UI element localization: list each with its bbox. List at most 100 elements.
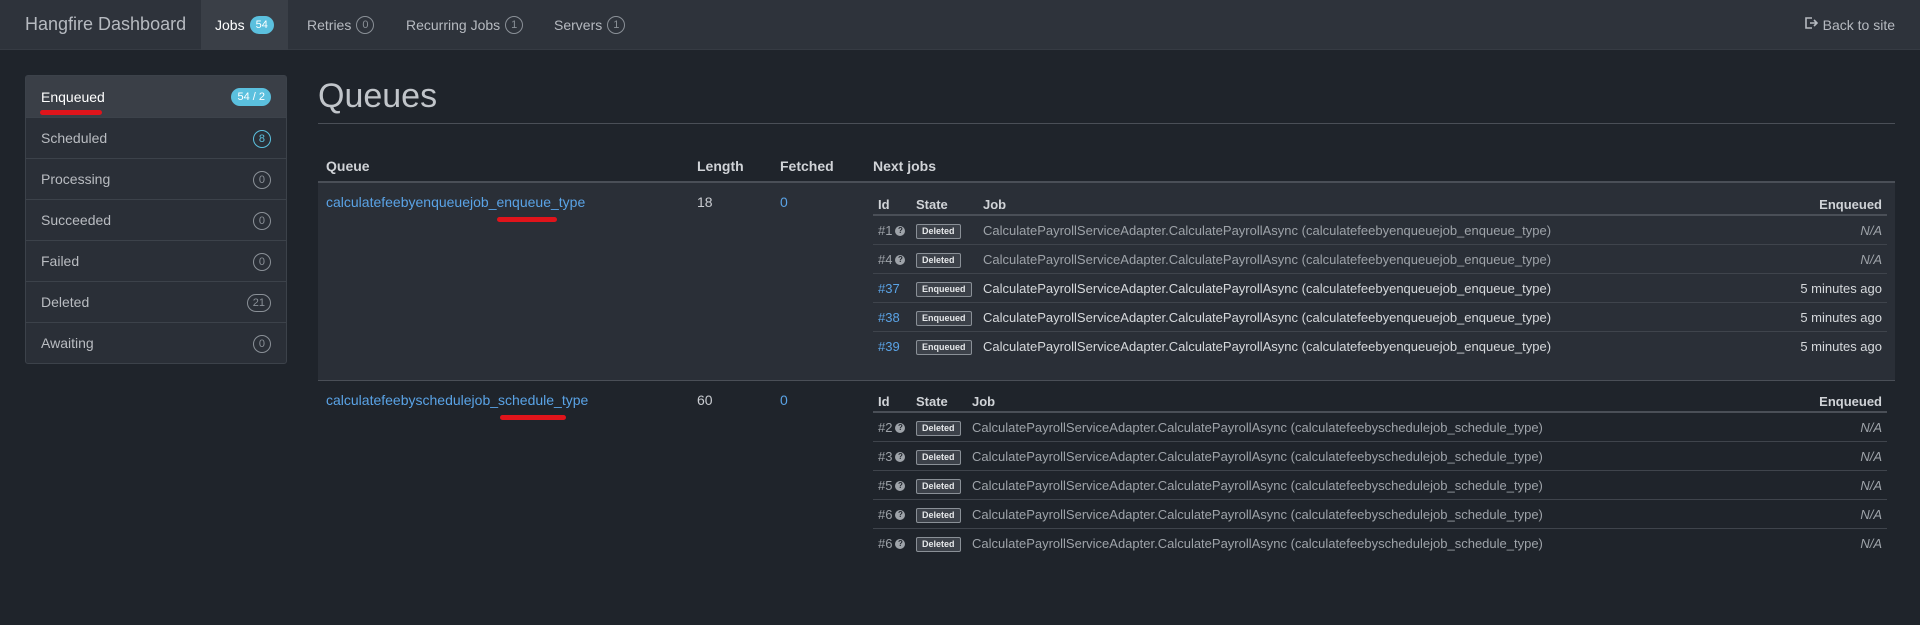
sidebar-item-label: Deleted — [41, 294, 90, 310]
job-name: CalculatePayrollServiceAdapter.Calculate… — [983, 310, 1552, 325]
sidebar-item-label: Succeeded — [41, 212, 112, 228]
job-enqueued: N/A — [1860, 507, 1882, 522]
nav-jobs-count: 54 — [249, 16, 274, 34]
question-circle-icon: ? — [895, 480, 906, 491]
sidebar-item-count: 0 — [252, 253, 271, 271]
job-enqueued: N/A — [1860, 478, 1882, 493]
job-name: CalculatePayrollServiceAdapter.Calculate… — [983, 281, 1552, 296]
annotation-underline — [497, 217, 557, 222]
jobs-col-job: Job — [972, 394, 996, 409]
queue-fetched-link[interactable]: 0 — [780, 392, 788, 408]
table-row[interactable]: #5? Deleted CalculatePayrollServiceAdapt… — [873, 471, 1887, 500]
sidebar-item-scheduled[interactable]: Scheduled 8 — [26, 117, 286, 158]
table-row[interactable]: #3? Deleted CalculatePayrollServiceAdapt… — [873, 442, 1887, 471]
sidebar-item-processing[interactable]: Processing 0 — [26, 158, 286, 199]
column-header-fetched: Fetched — [780, 158, 834, 174]
job-enqueued: N/A — [1860, 449, 1882, 464]
nav-jobs-label: Jobs — [215, 17, 245, 33]
state-badge: Deleted — [916, 253, 961, 268]
sidebar-item-count: 0 — [252, 212, 271, 230]
sidebar-item-count: 54 / 2 — [231, 88, 271, 106]
page-title: Queues — [318, 77, 438, 115]
question-circle-icon: ? — [895, 225, 906, 236]
jobs-col-job: Job — [983, 197, 1007, 212]
nav-recurring-jobs-label: Recurring Jobs — [406, 17, 501, 33]
table-row[interactable]: #39 Enqueued CalculatePayrollServiceAdap… — [873, 332, 1887, 361]
job-enqueued: N/A — [1860, 223, 1882, 238]
nav-servers[interactable]: Servers 1 — [540, 0, 639, 50]
nav-servers-label: Servers — [554, 17, 603, 33]
state-badge: Deleted — [916, 479, 961, 494]
sidebar-item-count: 21 — [246, 294, 271, 312]
sidebar-item-enqueued[interactable]: Enqueued 54 / 2 — [26, 76, 286, 117]
next-jobs-table: Id State Job Enqueued #2? Deleted Calcul… — [873, 386, 1887, 558]
question-circle-icon: ? — [895, 509, 906, 520]
jobs-col-state: State — [916, 197, 948, 212]
brand-link[interactable]: Hangfire Dashboard — [25, 14, 186, 35]
question-circle-icon: ? — [895, 254, 906, 265]
job-id: #3? — [878, 449, 906, 464]
job-id: #6? — [878, 507, 906, 522]
state-badge: Deleted — [916, 224, 961, 239]
jobs-col-id: Id — [878, 197, 890, 212]
job-enqueued: N/A — [1860, 420, 1882, 435]
nav-retries[interactable]: Retries 0 — [293, 0, 388, 50]
next-jobs-table: Id State Job Enqueued #1? Deleted Calcul… — [873, 189, 1887, 361]
queue-length: 60 — [697, 392, 713, 408]
table-row[interactable]: #1? Deleted CalculatePayrollServiceAdapt… — [873, 216, 1887, 245]
back-to-site-label: Back to site — [1822, 16, 1895, 33]
question-circle-icon: ? — [895, 422, 906, 433]
jobs-col-id: Id — [878, 394, 890, 409]
table-row[interactable]: #37 Enqueued CalculatePayrollServiceAdap… — [873, 274, 1887, 303]
question-circle-icon: ? — [895, 451, 906, 462]
queue-row: calculatefeebyschedulejob_schedule_type … — [318, 381, 1895, 611]
nav-retries-label: Retries — [307, 17, 352, 33]
job-id-link[interactable]: #38 — [878, 310, 900, 325]
table-row[interactable]: #4? Deleted CalculatePayrollServiceAdapt… — [873, 245, 1887, 274]
job-id: #2? — [878, 420, 906, 435]
job-name: CalculatePayrollServiceAdapter.Calculate… — [972, 536, 1543, 551]
table-row[interactable]: #2? Deleted CalculatePayrollServiceAdapt… — [873, 413, 1887, 442]
sidebar-item-deleted[interactable]: Deleted 21 — [26, 281, 286, 322]
back-to-site-link[interactable]: Back to site — [1804, 16, 1895, 33]
job-id-link[interactable]: #39 — [878, 339, 900, 354]
state-badge: Deleted — [916, 508, 961, 523]
sidebar-item-label: Processing — [41, 171, 111, 187]
job-enqueued: N/A — [1860, 536, 1882, 551]
column-header-length: Length — [697, 158, 744, 174]
table-row[interactable]: #6? Deleted CalculatePayrollServiceAdapt… — [873, 500, 1887, 529]
job-name: CalculatePayrollServiceAdapter.Calculate… — [983, 223, 1552, 238]
sidebar-item-count: 8 — [252, 130, 271, 148]
nav-recurring-jobs-count: 1 — [505, 16, 524, 34]
job-enqueued: 5 minutes ago — [1800, 339, 1882, 354]
state-badge: Deleted — [916, 537, 961, 552]
annotation-underline — [500, 415, 566, 420]
queue-name-link[interactable]: calculatefeebyschedulejob_schedule_type — [326, 392, 588, 408]
job-id: #5? — [878, 478, 906, 493]
sign-out-icon — [1804, 16, 1823, 33]
table-row[interactable]: #38 Enqueued CalculatePayrollServiceAdap… — [873, 303, 1887, 332]
sidebar-item-label: Enqueued — [41, 88, 105, 105]
question-circle-icon: ? — [895, 538, 906, 549]
queue-name-link[interactable]: calculatefeebyenqueuejob_enqueue_type — [326, 194, 585, 210]
title-divider — [318, 123, 1895, 124]
top-navbar: Hangfire Dashboard Jobs 54 Retries 0 Rec… — [0, 0, 1920, 50]
table-row[interactable]: #6? Deleted CalculatePayrollServiceAdapt… — [873, 529, 1887, 558]
nav-jobs[interactable]: Jobs 54 — [201, 0, 288, 50]
sidebar-item-label: Scheduled — [41, 130, 108, 146]
sidebar-item-count: 0 — [252, 171, 271, 189]
sidebar-item-awaiting[interactable]: Awaiting 0 — [26, 322, 286, 363]
sidebar-item-failed[interactable]: Failed 0 — [26, 240, 286, 281]
job-id: #6? — [878, 536, 906, 551]
job-id-link[interactable]: #37 — [878, 281, 900, 296]
job-name: CalculatePayrollServiceAdapter.Calculate… — [972, 420, 1543, 435]
sidebar-item-succeeded[interactable]: Succeeded 0 — [26, 199, 286, 240]
job-enqueued: 5 minutes ago — [1800, 281, 1882, 296]
job-name: CalculatePayrollServiceAdapter.Calculate… — [972, 449, 1543, 464]
queue-fetched-link[interactable]: 0 — [780, 194, 788, 210]
nav-recurring-jobs[interactable]: Recurring Jobs 1 — [392, 0, 537, 50]
jobs-col-enqueued: Enqueued — [1819, 197, 1882, 212]
sidebar-item-label: Awaiting — [41, 335, 94, 351]
queue-length: 18 — [697, 194, 713, 210]
queue-row: calculatefeebyenqueuejob_enqueue_type 18… — [318, 183, 1895, 380]
